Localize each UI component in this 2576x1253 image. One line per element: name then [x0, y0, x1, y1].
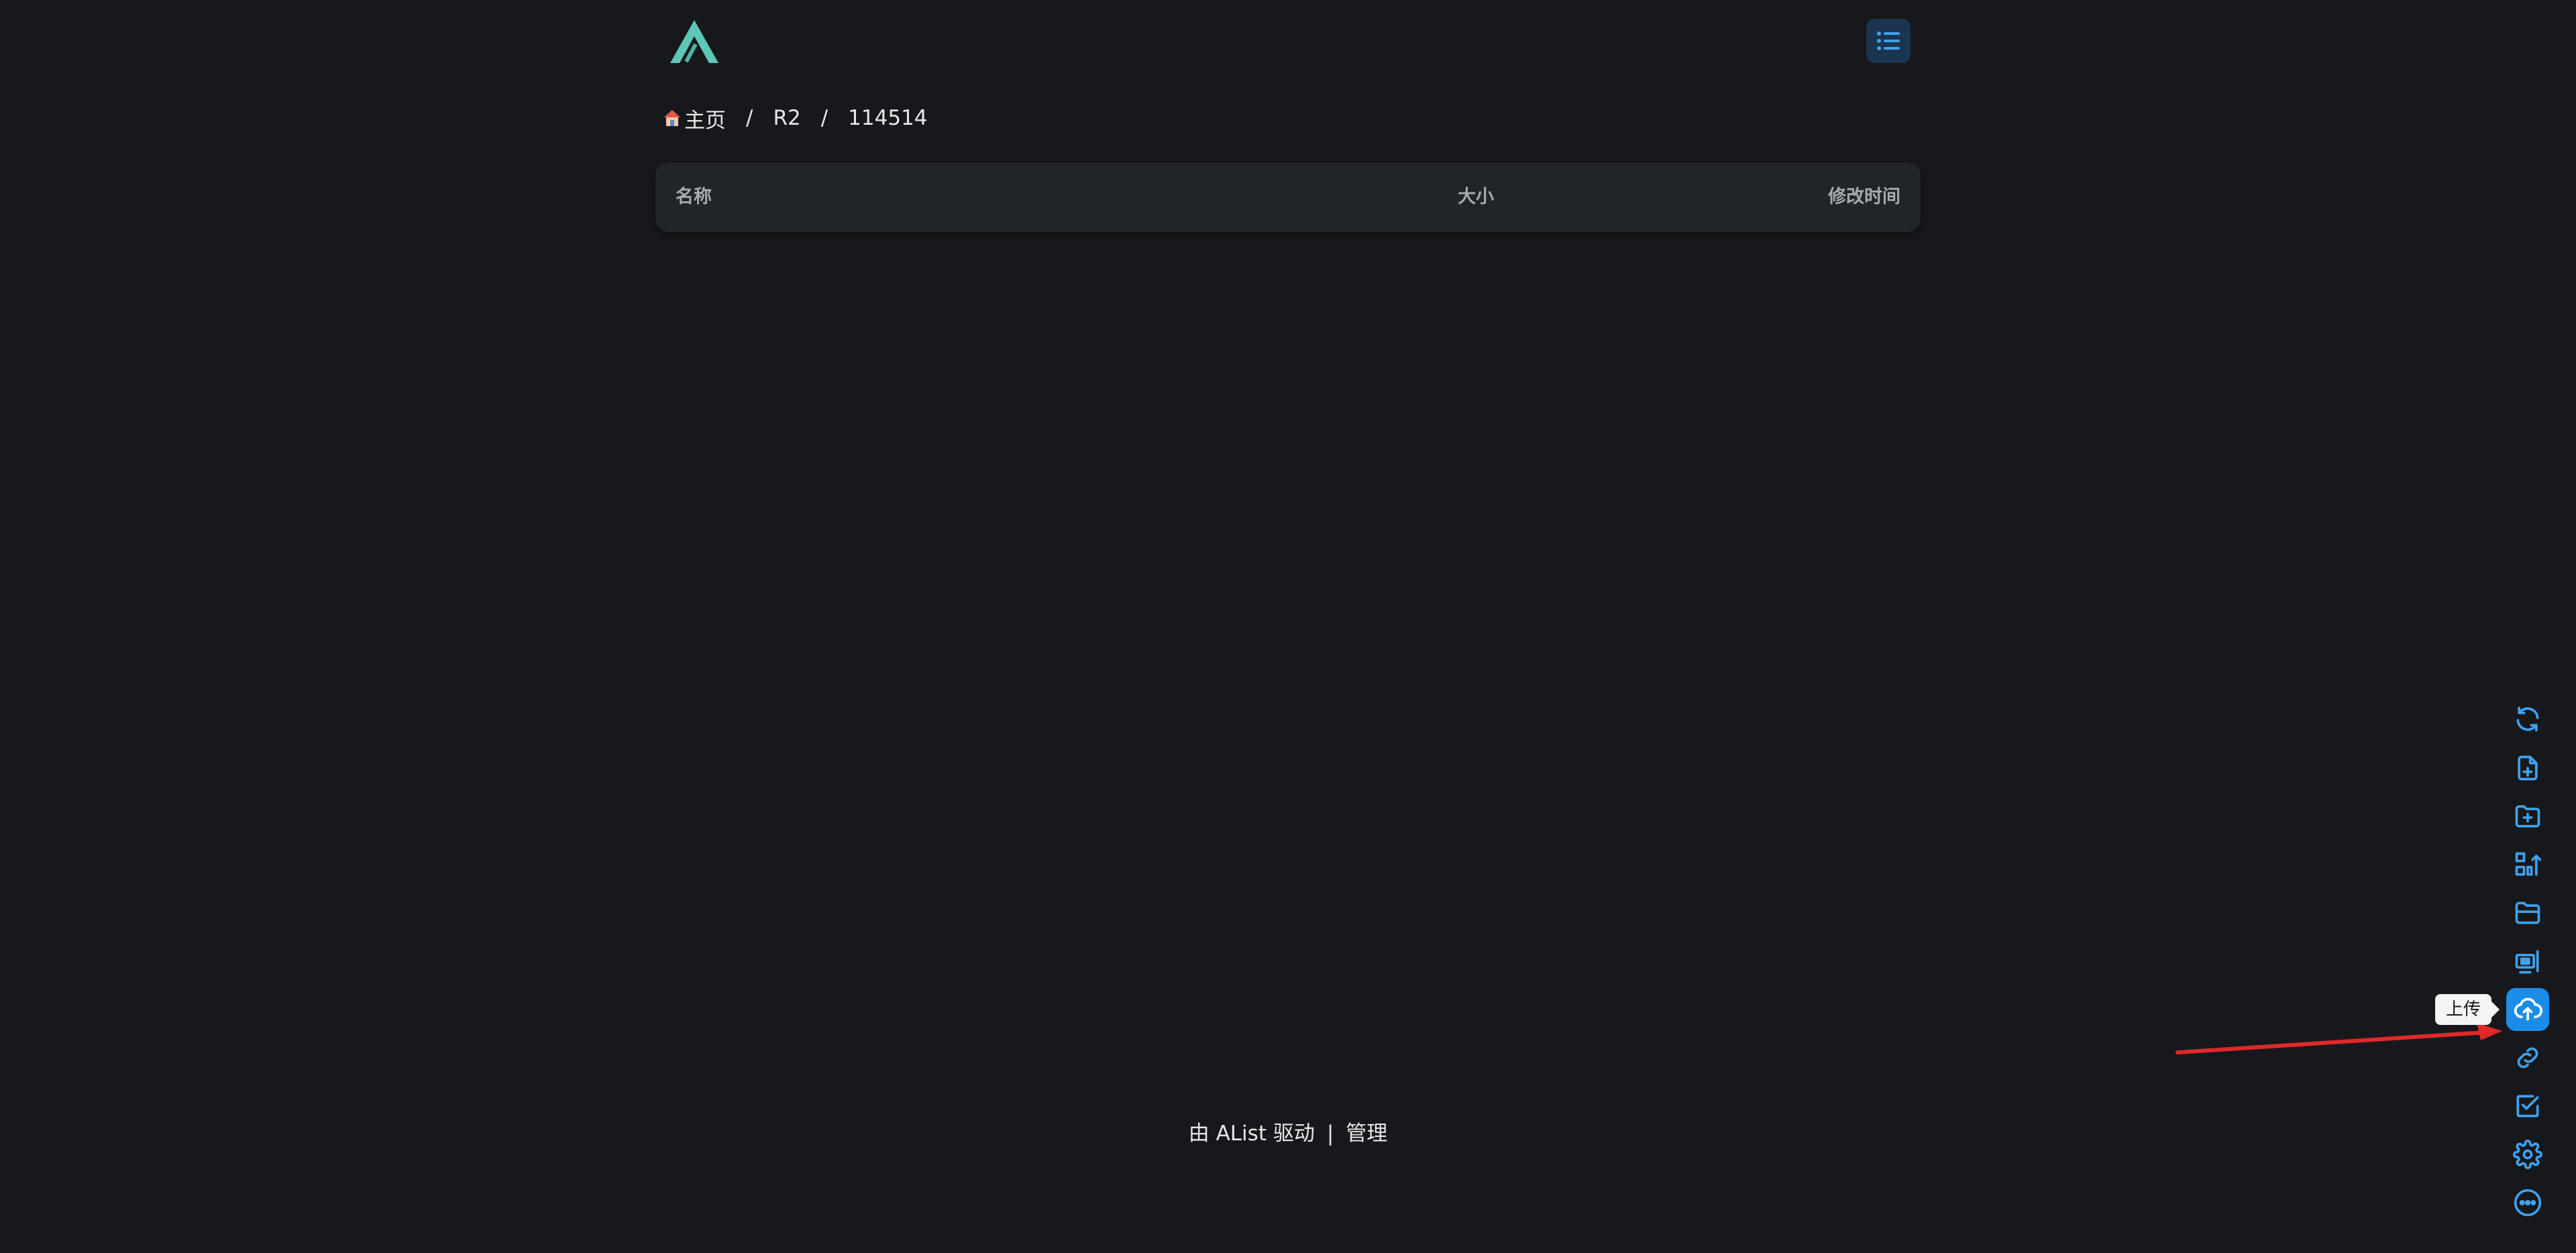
- gear-icon: [2513, 1140, 2542, 1169]
- upload-cloud-icon: [2514, 997, 2542, 1021]
- refresh-button[interactable]: [2506, 698, 2549, 741]
- breadcrumb-home[interactable]: 主页: [663, 103, 726, 133]
- more-icon: [2514, 1189, 2542, 1217]
- breadcrumb-separator: /: [820, 106, 828, 130]
- check-box-icon: [2516, 1095, 2539, 1118]
- column-header-size[interactable]: 大小: [1458, 162, 1494, 232]
- file-list-table: 名称 大小 修改时间: [655, 162, 1921, 232]
- link-icon: [2517, 1047, 2538, 1069]
- breadcrumb: 主页 / R2 / 114514: [663, 102, 928, 134]
- offline-download-button[interactable]: [2506, 940, 2549, 983]
- alist-logo-icon[interactable]: [666, 17, 722, 66]
- powered-by-link[interactable]: 由 AList 驱动: [1189, 1122, 1315, 1146]
- refresh-icon: [2516, 706, 2539, 732]
- link-button[interactable]: [2506, 1036, 2549, 1079]
- batch-upload-button[interactable]: [2506, 843, 2549, 886]
- upload-tooltip: 上传: [2435, 994, 2500, 1025]
- more-button[interactable]: [2506, 1181, 2549, 1224]
- footer: 由 AList 驱动 | 管理: [0, 1116, 2576, 1146]
- footer-separator: |: [1326, 1122, 1334, 1146]
- page: 主页 / R2 / 114514 名称 大小 修改时间 由 AList 驱动 | 管…: [0, 0, 2576, 1253]
- list-view-icon: [1877, 32, 1900, 50]
- column-header-modified[interactable]: 修改时间: [1828, 162, 1900, 232]
- manage-link[interactable]: 管理: [1346, 1122, 1387, 1146]
- new-file-icon: [2518, 755, 2538, 781]
- column-header-name[interactable]: 名称: [676, 162, 712, 232]
- breadcrumb-item-r2[interactable]: R2: [773, 106, 800, 130]
- new-file-button[interactable]: [2506, 747, 2549, 789]
- upload-button[interactable]: [2506, 988, 2549, 1031]
- layout-toggle-button[interactable]: [1866, 19, 1911, 63]
- new-folder-button[interactable]: [2506, 795, 2549, 838]
- folder-button[interactable]: [2506, 891, 2549, 934]
- settings-button[interactable]: [2506, 1133, 2549, 1176]
- new-folder-icon: [2515, 805, 2540, 828]
- select-mode-button[interactable]: [2506, 1085, 2549, 1128]
- batch-upload-icon: [2515, 852, 2542, 876]
- breadcrumb-item-current[interactable]: 114514: [848, 106, 927, 130]
- home-icon: [664, 110, 680, 126]
- breadcrumb-separator: /: [746, 106, 753, 130]
- offline-download-icon: [2515, 950, 2539, 974]
- folder-icon: [2515, 902, 2540, 924]
- breadcrumb-item-home: 主页: [684, 108, 726, 133]
